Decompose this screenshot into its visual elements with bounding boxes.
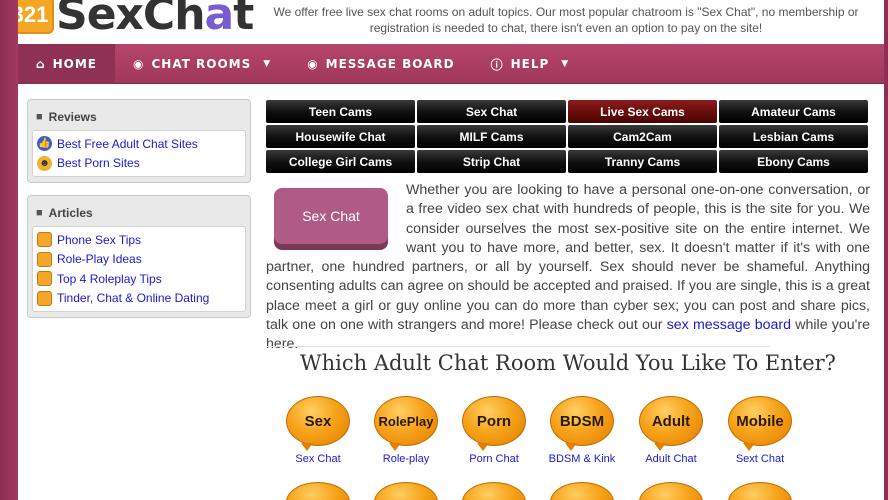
link-label: Role-Play Ideas (57, 252, 142, 267)
nav-chat-rooms-label: CHAT ROOMS (151, 57, 252, 71)
nav-help[interactable]: ⓘ HELP ▼ (473, 44, 588, 84)
nav-home[interactable]: ⌂ HOME (18, 44, 115, 84)
sidebar-link-best-porn-sites[interactable]: ☻ Best Porn Sites (37, 154, 241, 174)
room-link[interactable]: MILF Cams (417, 125, 566, 148)
articles-box: ■ Articles Phone Sex Tips Role-Play Idea… (27, 195, 251, 318)
sidebar-link-phone-sex-tips[interactable]: Phone Sex Tips (37, 230, 241, 250)
nav-chat-rooms[interactable]: ◉ CHAT ROOMS ▼ (115, 44, 289, 84)
room-bubble-roleplay[interactable]: RolePlay Role-play (371, 396, 441, 465)
bubble-icon[interactable] (462, 482, 526, 500)
reviews-title: ■ Reviews (32, 104, 246, 130)
page: 321 SexChat We offer free live sex chat … (18, 0, 884, 500)
room-link[interactable]: Tranny Cams (568, 150, 717, 173)
section-title: Which Adult Chat Room Would You Like To … (300, 351, 836, 375)
sidebar-link-top-4-roleplay-tips[interactable]: Top 4 Roleplay Tips (37, 269, 241, 289)
bubble-icon: RolePlay (374, 396, 438, 451)
room-label: BDSM & Kink (548, 453, 616, 465)
room-label: Adult Chat (645, 453, 697, 465)
reviews-title-text: Reviews (48, 110, 97, 124)
bubble-icon: Adult (639, 396, 703, 451)
bubble-icon[interactable] (374, 482, 438, 500)
nav-home-label: HOME (52, 57, 97, 71)
link-label: Phone Sex Tips (57, 232, 142, 247)
room-grid: Teen Cams Sex Chat Live Sex Cams Amateur… (266, 100, 870, 173)
room-label: Role-play (382, 453, 430, 465)
sidebar-link-best-free-adult-chat-sites[interactable]: 👍 Best Free Adult Chat Sites (37, 134, 241, 154)
chat-bubbles-icon: ◉ (307, 57, 319, 71)
book-icon (37, 271, 52, 287)
room-link[interactable]: Ebony Cams (719, 150, 868, 173)
room-link[interactable]: Amateur Cams (719, 100, 868, 123)
main-nav: ⌂ HOME ◉ CHAT ROOMS ▼ ◉ MESSAGE BOARD ⓘ … (18, 44, 884, 84)
info-icon: ⓘ (490, 57, 504, 72)
articles-title-text: Articles (48, 206, 93, 220)
room-link[interactable]: Sex Chat (417, 100, 566, 123)
reviews-box: ■ Reviews 👍 Best Free Adult Chat Sites ☻… (27, 99, 251, 183)
room-label: Porn Chat (469, 453, 519, 465)
link-label: Top 4 Roleplay Tips (57, 271, 162, 286)
room-bubble-bdsm[interactable]: BDSM BDSM & Kink (547, 396, 617, 465)
bubble-icon[interactable] (550, 482, 614, 500)
header-tagline: We offer free live sex chat rooms on adu… (273, 5, 859, 35)
nav-message-board[interactable]: ◉ MESSAGE BOARD (289, 44, 472, 84)
bubble-icon: BDSM (550, 396, 614, 451)
room-link[interactable]: College Girl Cams (266, 150, 415, 173)
link-label: Best Free Adult Chat Sites (57, 136, 198, 151)
sidebar-link-role-play-ideas[interactable]: Role-Play Ideas (37, 250, 241, 270)
room-link[interactable]: Cam2Cam (568, 125, 717, 148)
book-icon (37, 290, 52, 306)
book-icon (37, 251, 52, 267)
bubble-icon: Porn (462, 396, 526, 451)
room-label: Sex Chat (295, 453, 341, 465)
comments-icon: ■ (36, 111, 43, 123)
site-logo[interactable]: 321 SexChat (18, 0, 254, 40)
bubble-icon: Mobile (728, 396, 792, 451)
room-link-active[interactable]: Live Sex Cams (568, 100, 717, 123)
logo-wordmark: SexChat (56, 0, 254, 40)
smiley-icon: ☻ (37, 155, 52, 171)
message-board-link[interactable]: sex message board (667, 317, 791, 333)
room-bubble-adult[interactable]: Adult Adult Chat (636, 396, 706, 465)
logo-badge: 321 (18, 0, 54, 34)
nav-help-label: HELP (510, 57, 550, 71)
sex-chat-button[interactable]: Sex Chat (274, 188, 388, 244)
articles-title: ■ Articles (32, 200, 246, 226)
reviews-list: 👍 Best Free Adult Chat Sites ☻ Best Porn… (32, 130, 246, 177)
chevron-down-icon: ▼ (263, 59, 272, 69)
site-header: 321 SexChat We offer free live sex chat … (18, 0, 884, 44)
chevron-down-icon: ▼ (561, 59, 570, 69)
room-bubble-mobile[interactable]: Mobile Sext Chat (725, 396, 795, 465)
chat-bubbles-icon: ◉ (132, 57, 145, 71)
bubble-icon[interactable] (639, 482, 703, 500)
bubble-icon[interactable] (728, 482, 792, 500)
room-bubble-sex[interactable]: Sex Sex Chat (283, 396, 353, 465)
comments-icon: ■ (36, 207, 43, 219)
articles-list: Phone Sex Tips Role-Play Ideas Top 4 Rol… (32, 226, 246, 312)
room-link[interactable]: Teen Cams (266, 100, 415, 123)
bubble-icon: Sex (286, 396, 350, 451)
room-link[interactable]: Lesbian Cams (719, 125, 868, 148)
sidebar-link-tinder-chat-online-dating[interactable]: Tinder, Chat & Online Dating (37, 289, 241, 309)
thumbs-up-icon: 👍 (37, 136, 52, 152)
room-label: Sext Chat (735, 453, 785, 465)
nav-message-board-label: MESSAGE BOARD (325, 57, 455, 71)
link-label: Tinder, Chat & Online Dating (57, 291, 210, 306)
home-icon: ⌂ (36, 57, 46, 71)
bubble-icon[interactable] (286, 482, 350, 500)
link-label: Best Porn Sites (57, 156, 140, 171)
room-bubble-porn[interactable]: Porn Porn Chat (459, 396, 529, 465)
room-link[interactable]: Housewife Chat (266, 125, 415, 148)
book-icon (37, 232, 52, 248)
room-link[interactable]: Strip Chat (417, 150, 566, 173)
sidebar: ■ Reviews 👍 Best Free Adult Chat Sites ☻… (27, 99, 251, 330)
divider (266, 346, 770, 347)
